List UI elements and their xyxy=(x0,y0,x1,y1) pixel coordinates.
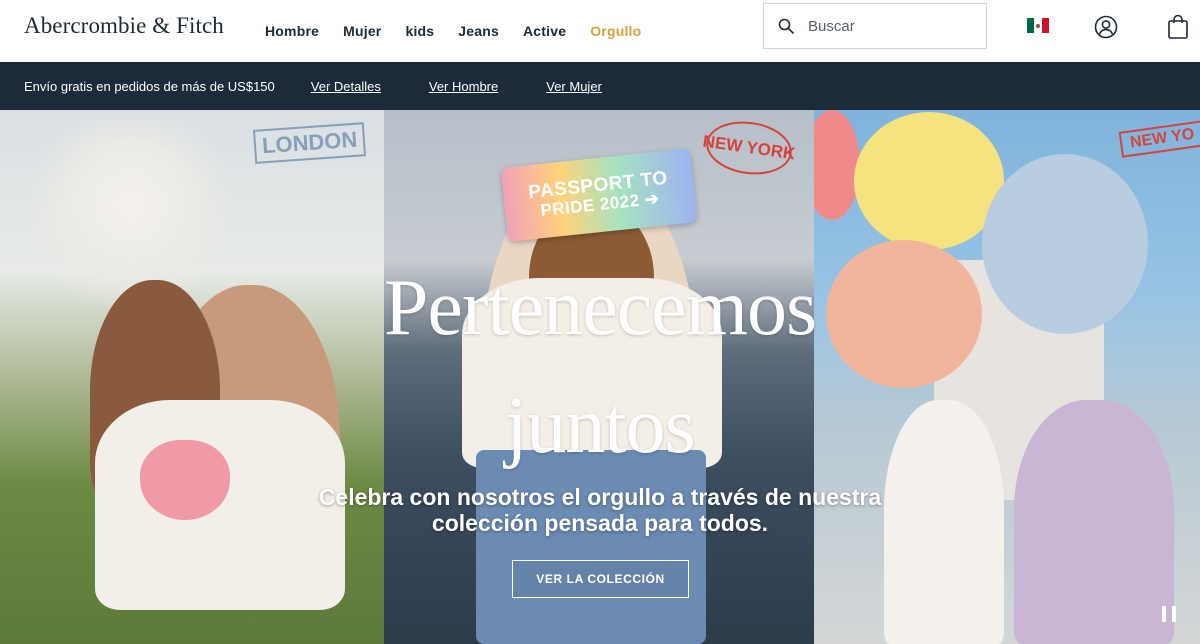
promo-text: Envío gratis en pedidos de más de US$150 xyxy=(24,78,275,94)
hero-subheadline: Celebra con nosotros el orgullo a través… xyxy=(0,484,1200,536)
site-header: Abercrombie & Fitch Hombre Mujer kids Je… xyxy=(0,0,1200,62)
jeans-shape xyxy=(476,450,706,644)
nav-item-hombre[interactable]: Hombre xyxy=(265,23,319,39)
shopping-bag-icon[interactable] xyxy=(1165,13,1191,41)
hero-photo-balloons: NEW YO xyxy=(814,110,1200,644)
nav-item-kids[interactable]: kids xyxy=(405,23,434,39)
new-york-stamp: NEW YORK xyxy=(702,116,797,180)
balloon-red xyxy=(814,110,860,220)
brand-logo[interactable]: Abercrombie & Fitch xyxy=(24,13,224,39)
hero-subline-1: Celebra con nosotros el orgullo a través… xyxy=(318,484,882,510)
promo-link-men[interactable]: Ver Hombre xyxy=(429,79,498,94)
london-stamp: LONDON xyxy=(252,122,367,164)
nav-item-jeans[interactable]: Jeans xyxy=(458,23,499,39)
promo-link-details[interactable]: Ver Detalles xyxy=(311,79,381,94)
hero-headline-line-2: juntos xyxy=(505,382,696,470)
hero-headline-line-1: Pertenecemos xyxy=(383,264,817,352)
nav-item-mujer[interactable]: Mujer xyxy=(343,23,381,39)
search-icon[interactable] xyxy=(778,18,794,34)
view-collection-button[interactable]: VER LA COLECCIÓN xyxy=(512,560,689,598)
nav-item-active[interactable]: Active xyxy=(523,23,566,39)
pause-icon[interactable] xyxy=(1162,606,1176,622)
new-york-stamp-2: NEW YO xyxy=(1118,120,1200,158)
search-input[interactable] xyxy=(808,17,978,35)
promo-link-women[interactable]: Ver Mujer xyxy=(546,79,602,94)
main-nav: Hombre Mujer kids Jeans Active Orgullo xyxy=(265,0,665,62)
mexico-flag-icon[interactable] xyxy=(1027,18,1049,33)
hero-photo-london: LONDON xyxy=(0,110,384,644)
search-box[interactable] xyxy=(763,3,987,49)
promo-bar: Envío gratis en pedidos de más de US$150… xyxy=(0,62,1200,110)
nav-item-orgullo[interactable]: Orgullo xyxy=(590,23,641,39)
hero-subline-2: colección pensada para todos. xyxy=(431,510,769,537)
account-icon[interactable] xyxy=(1093,13,1119,41)
hero-banner[interactable]: LONDON PASSPORT TO PRIDE 2022 ➔ NEW YORK… xyxy=(0,110,1200,644)
balloon-yellow xyxy=(854,112,1004,250)
